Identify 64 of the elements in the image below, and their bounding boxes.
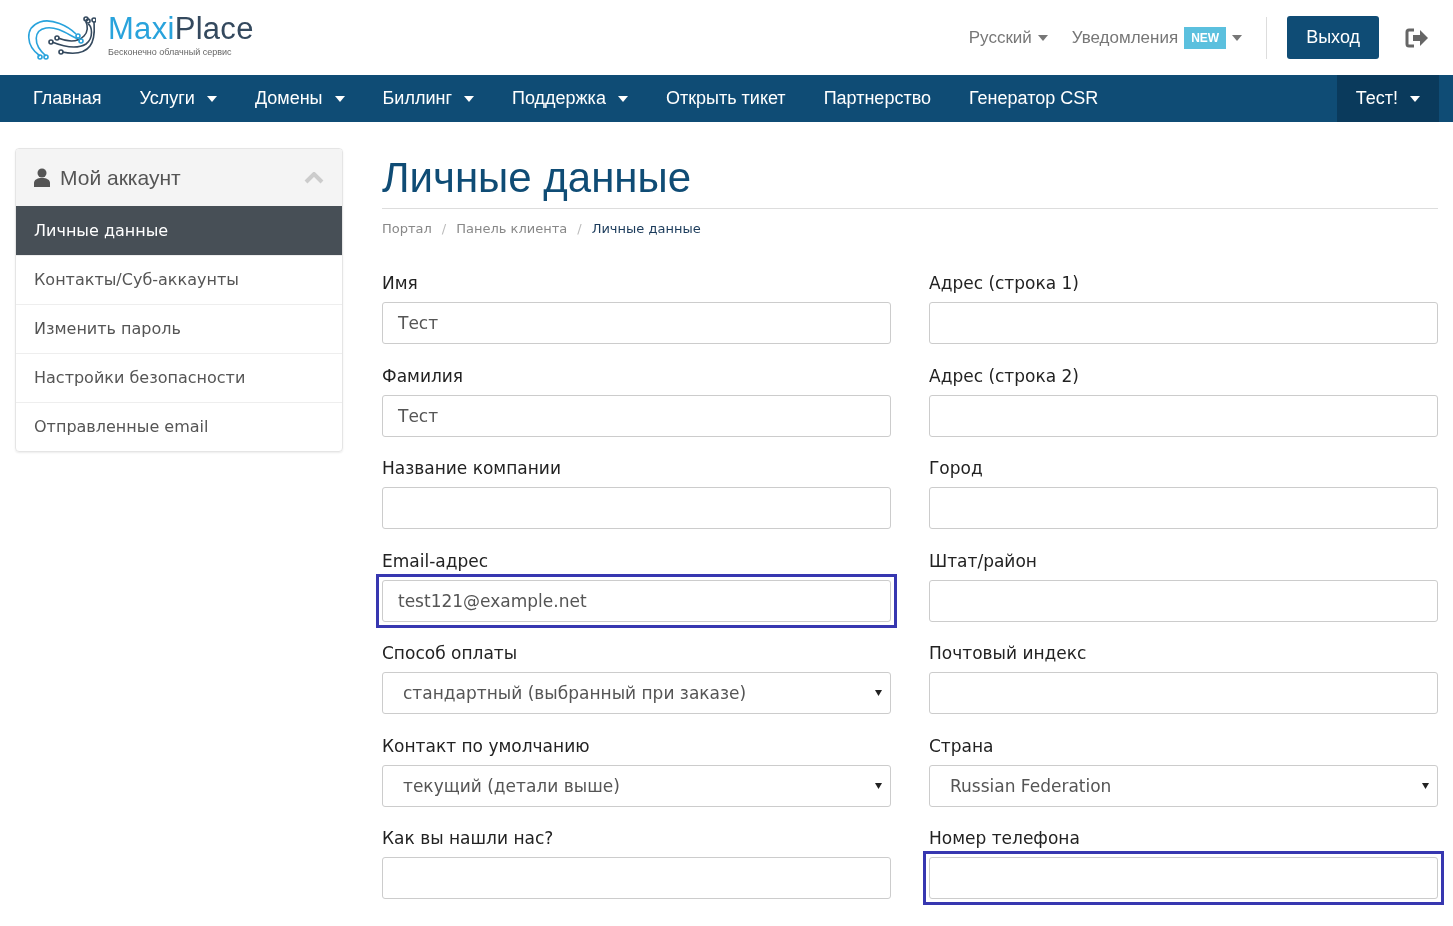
field-label: Email-адрес xyxy=(382,549,490,572)
user-icon xyxy=(34,168,50,187)
nav-menu-item[interactable]: Поддержка xyxy=(493,75,647,122)
nav-menu-item[interactable]: Генератор CSR xyxy=(950,75,1118,122)
field-label: Адрес (строка 2) xyxy=(929,364,1080,387)
input-field[interactable] xyxy=(929,672,1438,714)
select-field[interactable]: стандартный (выбранный при заказе) xyxy=(382,672,891,714)
breadcrumb-link[interactable]: Портал xyxy=(382,221,432,236)
caret-icon xyxy=(1232,34,1243,41)
input-field[interactable] xyxy=(929,857,1438,899)
caret-icon xyxy=(1037,34,1048,41)
field-label: Имя xyxy=(382,272,419,294)
input-field[interactable] xyxy=(382,487,891,529)
input-field[interactable] xyxy=(929,579,1438,622)
breadcrumb-separator: / xyxy=(441,221,447,236)
field-label: Штат/район xyxy=(929,549,1038,572)
breadcrumb-link[interactable]: Панель клиента xyxy=(456,221,568,236)
sidebar-item[interactable]: Личные данные xyxy=(16,206,342,255)
caret-icon xyxy=(1422,782,1429,789)
logo-text: MaxiPlace xyxy=(108,12,254,47)
select-field[interactable]: Russian Federation xyxy=(929,764,1438,807)
breadcrumb-separator: / xyxy=(577,221,582,236)
page-title: Личные данные xyxy=(382,152,1438,209)
field-label: Город xyxy=(929,457,984,479)
input-field[interactable] xyxy=(929,487,1438,529)
nav-menu-item[interactable]: Услуги xyxy=(120,75,236,122)
nav-menu-item[interactable]: Биллинг xyxy=(363,75,493,122)
nav-menu-item[interactable]: Партнерство xyxy=(804,75,950,122)
new-badge: NEW xyxy=(1184,26,1227,49)
sidebar-header[interactable]: Мой аккаунт xyxy=(16,149,342,206)
field-label: Почтовый индекс xyxy=(929,642,1088,664)
field-label: Страна xyxy=(929,734,995,757)
caret-icon xyxy=(875,782,882,789)
select-field[interactable]: текущий (детали выше) xyxy=(382,764,891,807)
field-label: Как вы нашли нас? xyxy=(382,827,555,849)
input-field[interactable] xyxy=(929,394,1438,437)
nav-menu-item[interactable]: Домены xyxy=(235,75,364,122)
nav-menu-item[interactable]: Открыть тикет xyxy=(646,75,805,122)
logout-icon[interactable] xyxy=(1405,27,1429,48)
field-label: Способ оплаты xyxy=(382,642,519,664)
logout-button[interactable]: Выход xyxy=(1287,16,1379,59)
field-label: Название компании xyxy=(382,457,562,479)
sidebar-item[interactable]: Отправленные email xyxy=(16,402,342,451)
input-field[interactable]: Тест xyxy=(382,302,891,344)
field-label: Адрес (строка 1) xyxy=(929,272,1080,294)
input-field[interactable] xyxy=(382,857,891,899)
top-menu-link[interactable]: Уведомления NEW xyxy=(1071,26,1243,49)
input-field[interactable]: Тест xyxy=(382,394,891,437)
sidebar-item[interactable]: Изменить пароль xyxy=(16,304,342,353)
sidebar-title: Мой аккаунт xyxy=(60,165,182,190)
logo-tagline: Бесконечно облачный сервис xyxy=(108,46,233,57)
sidebar-item[interactable]: Контакты/Суб-аккаунты xyxy=(16,255,342,304)
chevron-icon[interactable] xyxy=(304,171,324,184)
top-menu-link[interactable]: Русский xyxy=(968,27,1048,48)
input-field[interactable]: test121@example.net xyxy=(382,579,891,622)
caret-icon xyxy=(875,690,882,696)
breadcrumb-link[interactable]: Личные данные xyxy=(591,221,701,236)
field-label: Контакт по умолчанию xyxy=(382,734,591,757)
user-menu[interactable]: Тест! xyxy=(1336,75,1439,122)
input-field[interactable] xyxy=(929,302,1438,344)
field-label: Номер телефона xyxy=(929,827,1081,849)
field-label: Фамилия xyxy=(382,364,465,387)
nav-menu-item[interactable]: Главная xyxy=(14,75,121,122)
sidebar-item[interactable]: Настройки безопасности xyxy=(16,353,342,402)
